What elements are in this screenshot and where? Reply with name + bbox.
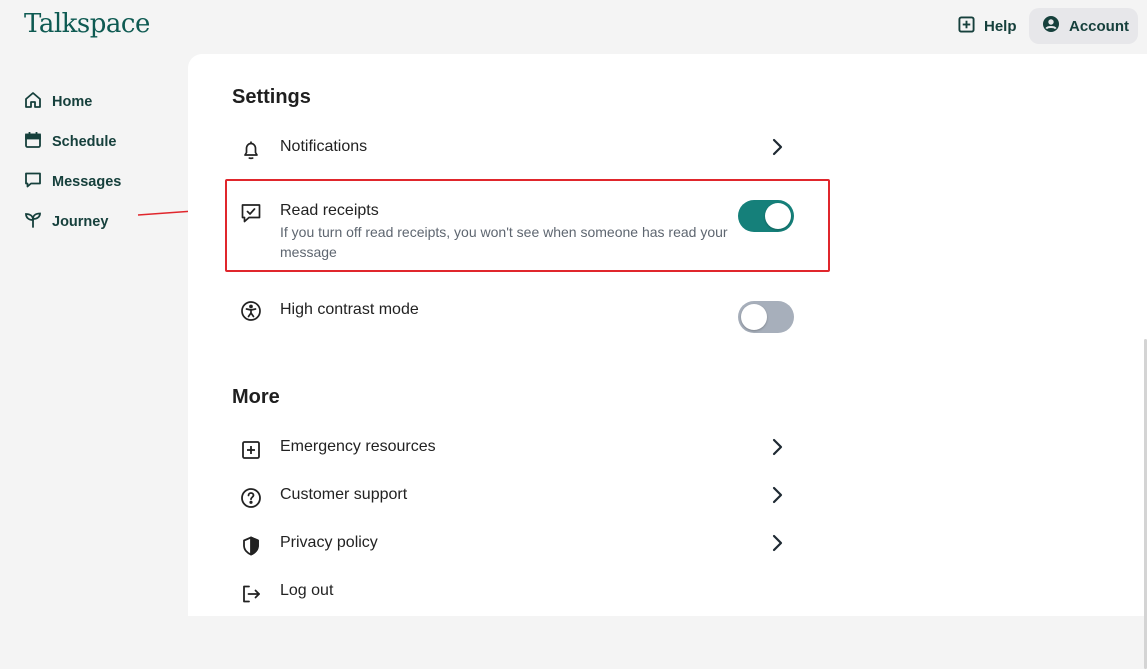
notifications-label: Notifications xyxy=(280,138,368,155)
emergency-resources-label: Emergency resources xyxy=(280,438,436,455)
sidebar-item-journey[interactable]: Journey xyxy=(24,209,108,235)
sidebar-item-label: Schedule xyxy=(52,134,117,150)
high-contrast-toggle[interactable] xyxy=(738,301,794,333)
notifications-row[interactable]: Notifications xyxy=(232,132,804,168)
plus-square-icon xyxy=(958,15,975,37)
sidebar-item-schedule[interactable]: Schedule xyxy=(24,129,116,155)
high-contrast-row: High contrast mode xyxy=(232,296,804,332)
sidebar-item-home[interactable]: Home xyxy=(24,89,92,115)
question-circle-icon xyxy=(240,487,262,514)
log-out-row[interactable]: Log out xyxy=(232,576,804,612)
bell-icon xyxy=(240,139,262,166)
accessibility-icon xyxy=(240,300,262,327)
message-icon xyxy=(24,171,42,193)
chevron-right-icon xyxy=(770,138,784,161)
chevron-right-icon xyxy=(770,534,784,557)
help-label: Help xyxy=(984,17,1017,35)
sidebar-item-label: Journey xyxy=(52,214,109,230)
chevron-right-icon xyxy=(770,438,784,461)
customer-support-label: Customer support xyxy=(280,486,408,503)
settings-panel: Settings Notifications Read receipts If … xyxy=(188,54,1147,669)
more-heading: More xyxy=(232,386,280,408)
logout-icon xyxy=(240,583,262,610)
toggle-knob xyxy=(741,304,767,330)
chevron-right-icon xyxy=(770,486,784,509)
annotation-highlight-box xyxy=(225,179,830,272)
account-button[interactable]: Account xyxy=(1029,8,1138,44)
help-button[interactable]: Help xyxy=(950,10,1025,42)
top-bar: Talkspace Help Account xyxy=(0,0,1147,54)
sidebar-item-label: Messages xyxy=(52,174,122,190)
talkspace-logo[interactable]: Talkspace xyxy=(24,9,150,39)
privacy-policy-label: Privacy policy xyxy=(280,534,378,551)
high-contrast-label: High contrast mode xyxy=(280,301,419,318)
plus-square-icon xyxy=(240,439,262,466)
log-out-label: Log out xyxy=(280,582,334,599)
customer-support-row[interactable]: Customer support xyxy=(232,480,804,516)
settings-heading: Settings xyxy=(232,86,311,108)
shield-icon xyxy=(240,535,262,562)
emergency-resources-row[interactable]: Emergency resources xyxy=(232,432,804,468)
privacy-policy-row[interactable]: Privacy policy xyxy=(232,528,804,564)
user-circle-icon xyxy=(1042,15,1060,37)
account-label: Account xyxy=(1069,17,1129,35)
sidebar-item-messages[interactable]: Messages xyxy=(24,169,121,195)
sprout-icon xyxy=(24,211,42,233)
sidebar-item-label: Home xyxy=(52,94,93,110)
calendar-icon xyxy=(24,131,42,153)
home-icon xyxy=(24,91,42,113)
